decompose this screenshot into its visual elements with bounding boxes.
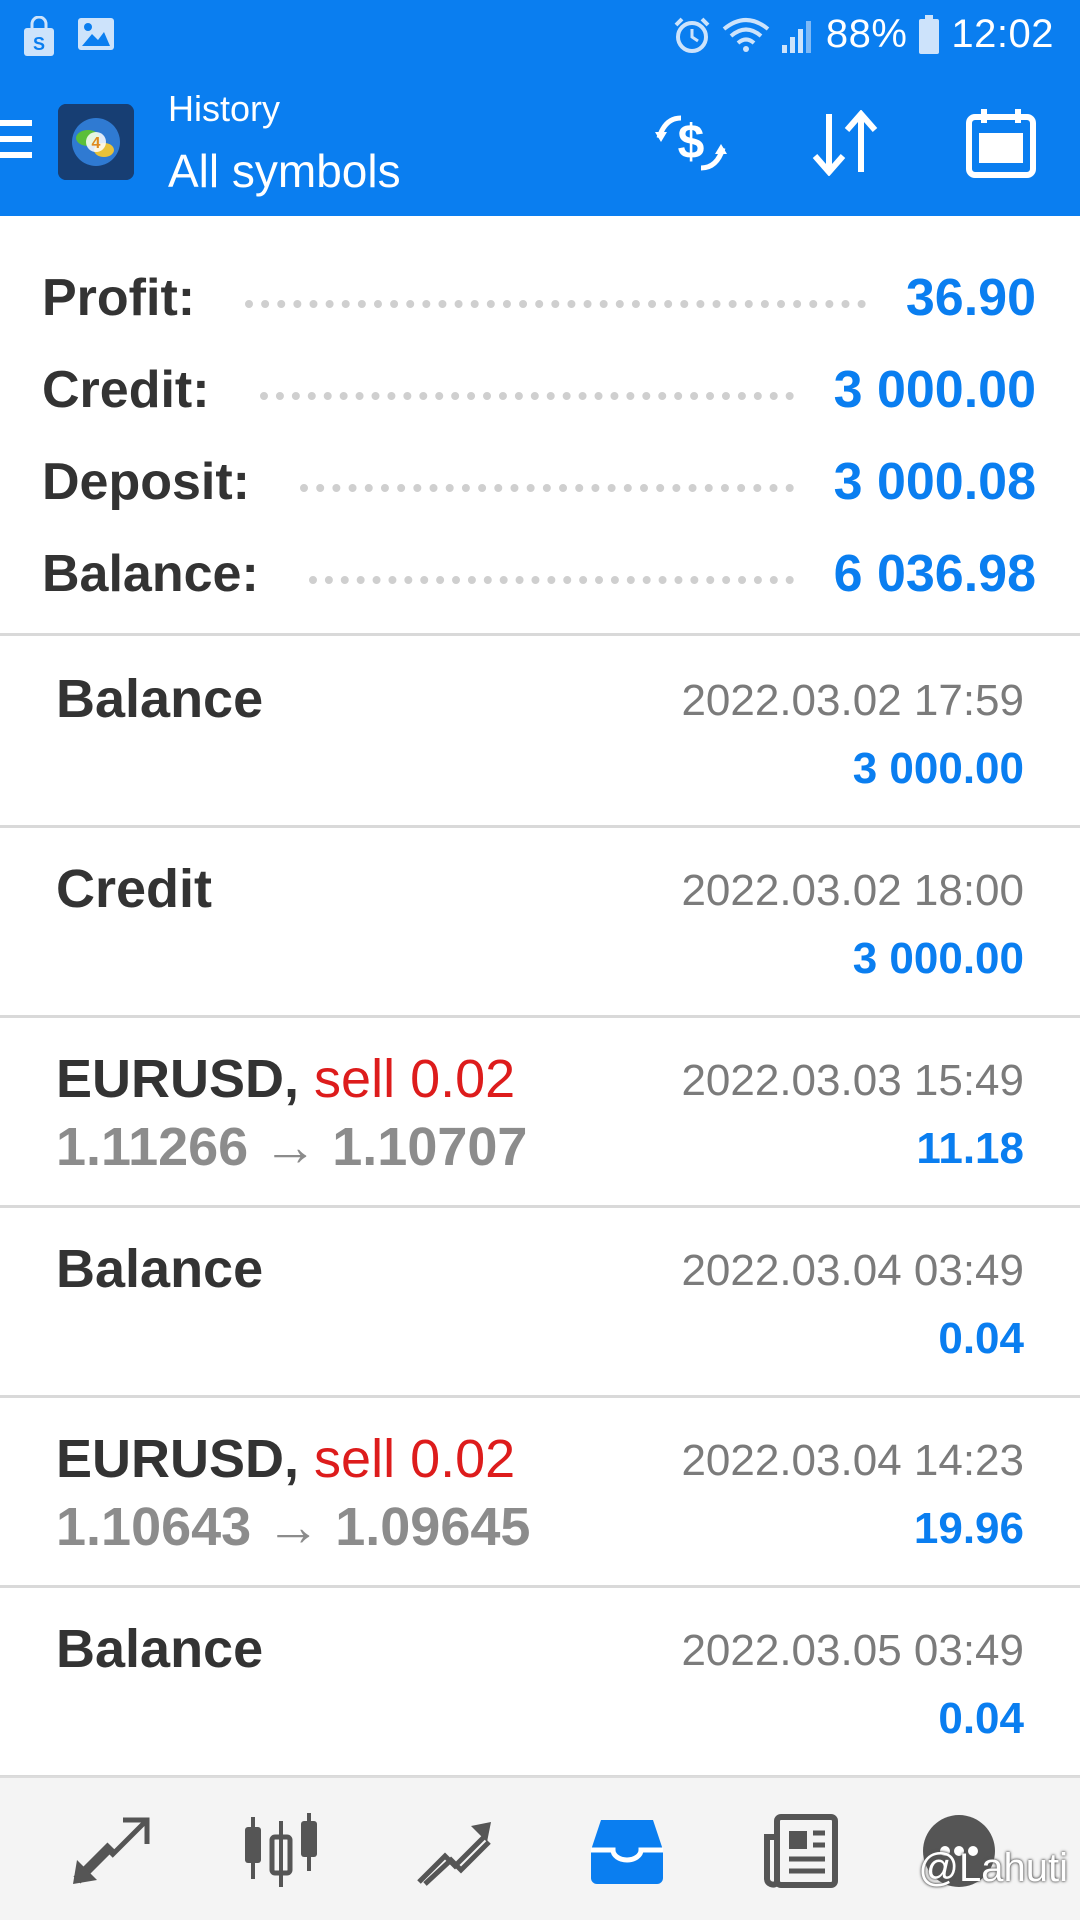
operation-title: Balance bbox=[56, 1239, 264, 1299]
summary-label: Credit: bbox=[42, 361, 210, 419]
summary-value: 6 036.98 bbox=[833, 545, 1036, 603]
operation-title: EURUSD, sell 0.02 bbox=[56, 1048, 515, 1110]
menu-icon[interactable] bbox=[0, 120, 32, 168]
operation-date: 2022.03.02 17:59 bbox=[681, 676, 1024, 725]
summary-value: 3 000.08 bbox=[833, 453, 1036, 511]
summary-profit-row: Profit: 36.90 bbox=[42, 248, 1036, 328]
status-bar-system: 88% 12:02 bbox=[672, 12, 1054, 57]
trade-symbol: EURUSD, bbox=[56, 1049, 300, 1109]
shopping-bag-icon: S bbox=[24, 16, 54, 56]
arrow-right-icon: → bbox=[263, 1117, 318, 1177]
metatrader-logo-icon: 4 bbox=[58, 104, 134, 180]
list-item[interactable]: Balance 2022.03.02 17:59 3 000.00 bbox=[0, 638, 1080, 828]
summary-label: Deposit: bbox=[42, 453, 250, 511]
price-close: 1.09645 bbox=[335, 1497, 531, 1557]
trade-side: sell 0.02 bbox=[314, 1429, 516, 1489]
operation-amount: 19.96 bbox=[913, 1504, 1024, 1553]
trade-prices: 1.11266 → 1.10707 bbox=[56, 1116, 527, 1178]
summary-value: 36.90 bbox=[905, 269, 1036, 327]
dotted-leader bbox=[259, 392, 794, 400]
operation-title: Balance bbox=[56, 669, 264, 729]
chart-icon[interactable] bbox=[236, 1806, 326, 1896]
trade-icon[interactable] bbox=[410, 1806, 500, 1896]
trade-symbol: EURUSD, bbox=[56, 1429, 300, 1489]
list-item[interactable]: Balance 2022.03.05 03:49 0.04 bbox=[0, 1588, 1080, 1778]
summary-value: 3 000.00 bbox=[833, 361, 1036, 419]
battery-percent: 88% bbox=[825, 12, 908, 56]
list-item[interactable]: Balance 2022.03.04 03:49 0.04 bbox=[0, 1208, 1080, 1398]
signal-icon bbox=[781, 20, 811, 53]
exchange-dollar-icon[interactable]: $ bbox=[646, 98, 736, 188]
list-item[interactable]: EURUSD, sell 0.02 1.10643 → 1.09645 2022… bbox=[0, 1398, 1080, 1588]
quotes-icon[interactable] bbox=[66, 1806, 156, 1896]
summary-label: Balance: bbox=[42, 545, 259, 603]
operation-date: 2022.03.03 15:49 bbox=[681, 1056, 1024, 1105]
arrow-right-icon: → bbox=[266, 1497, 321, 1557]
history-icon[interactable] bbox=[582, 1806, 672, 1896]
alarm-icon bbox=[674, 17, 710, 53]
price-close: 1.10707 bbox=[332, 1117, 528, 1177]
operation-amount: 0.04 bbox=[938, 1694, 1024, 1743]
operation-title: Balance bbox=[56, 1619, 264, 1679]
status-bar: S 88% 12:02 bbox=[0, 0, 1080, 74]
operation-amount: 0.04 bbox=[938, 1314, 1024, 1363]
news-icon[interactable] bbox=[756, 1806, 846, 1896]
operation-title: Credit bbox=[56, 859, 213, 919]
app-bar-subtitle: History bbox=[168, 88, 281, 129]
calendar-icon[interactable] bbox=[956, 98, 1046, 188]
trade-side: sell 0.02 bbox=[314, 1049, 516, 1109]
sort-icon[interactable] bbox=[800, 98, 890, 188]
list-item[interactable]: EURUSD, sell 0.02 1.11266 → 1.10707 2022… bbox=[0, 1018, 1080, 1208]
clock: 12:02 bbox=[951, 12, 1054, 56]
svg-text:4: 4 bbox=[92, 135, 101, 152]
price-open: 1.11266 bbox=[56, 1117, 249, 1177]
dotted-leader bbox=[245, 300, 866, 308]
bottom-nav: @Lahuti bbox=[0, 1776, 1080, 1920]
list-item[interactable]: Credit 2022.03.02 18:00 3 000.00 bbox=[0, 828, 1080, 1018]
operation-amount: 3 000.00 bbox=[852, 744, 1024, 793]
summary-credit-row: Credit: 3 000.00 bbox=[42, 340, 1036, 420]
operation-date: 2022.03.04 03:49 bbox=[681, 1246, 1024, 1295]
gallery-icon bbox=[78, 18, 114, 50]
trade-prices: 1.10643 → 1.09645 bbox=[56, 1496, 530, 1558]
app-bar: 4 History All symbols $ bbox=[0, 74, 1080, 216]
operation-amount: 3 000.00 bbox=[852, 934, 1024, 983]
history-list: Balance 2022.03.02 17:59 3 000.00 Credit… bbox=[0, 638, 1080, 1778]
operation-amount: 11.18 bbox=[916, 1124, 1024, 1173]
price-open: 1.10643 bbox=[56, 1497, 252, 1557]
svg-text:$: $ bbox=[678, 116, 705, 169]
account-summary: Profit: 36.90 Credit: 3 000.00 Deposit: … bbox=[0, 216, 1080, 636]
operation-date: 2022.03.05 03:49 bbox=[681, 1626, 1024, 1675]
app-bar-title[interactable]: All symbols bbox=[168, 144, 401, 198]
operation-date: 2022.03.04 14:23 bbox=[681, 1436, 1024, 1485]
dotted-leader bbox=[300, 484, 794, 492]
summary-deposit-row: Deposit: 3 000.08 bbox=[42, 432, 1036, 512]
status-bar-notifications: S bbox=[22, 16, 116, 58]
battery-icon bbox=[919, 14, 940, 54]
summary-label: Profit: bbox=[42, 269, 196, 327]
summary-balance-row: Balance: 6 036.98 bbox=[42, 524, 1036, 604]
operation-title: EURUSD, sell 0.02 bbox=[56, 1428, 515, 1490]
svg-text:S: S bbox=[33, 34, 45, 54]
dotted-leader bbox=[308, 576, 794, 584]
operation-date: 2022.03.02 18:00 bbox=[681, 866, 1024, 915]
wifi-icon bbox=[722, 17, 770, 52]
watermark: @Lahuti bbox=[918, 1846, 1068, 1890]
top-bar: S 88% 12:02 4 History All symbols $ bbox=[0, 0, 1080, 216]
